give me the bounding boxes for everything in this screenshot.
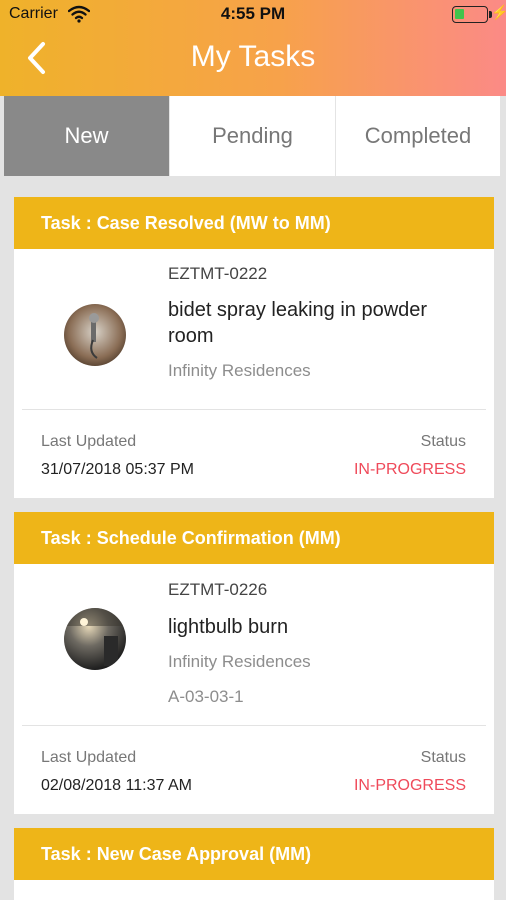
divider <box>22 725 486 726</box>
app-header: Carrier 4:55 PM ⚡ My Tasks <box>0 0 506 96</box>
task-card-header: Task : New Case Approval (MM) <box>14 828 494 880</box>
task-card-header: Task : Case Resolved (MW to MM) <box>14 197 494 249</box>
last-updated-value: 31/07/2018 05:37 PM <box>41 461 195 478</box>
tab-new[interactable]: New <box>4 96 169 176</box>
task-description: bidet spray leaking in powder room <box>168 299 428 347</box>
divider <box>22 409 486 410</box>
task-location: Infinity Residences <box>168 361 311 380</box>
task-thumbnail <box>64 608 126 670</box>
task-location: Infinity Residences <box>168 652 311 671</box>
tab-bar: New Pending Completed <box>4 96 500 176</box>
task-card-header: Task : Schedule Confirmation (MM) <box>14 512 494 564</box>
tab-pending[interactable]: Pending <box>169 96 335 176</box>
charging-icon: ⚡ <box>491 4 506 20</box>
last-updated-label: Last Updated <box>41 433 137 450</box>
status-label: Status <box>420 433 466 450</box>
task-code: EZTMT-0222 <box>168 264 268 283</box>
task-card[interactable]: Task : New Case Approval (MM) <box>14 828 494 900</box>
task-card[interactable]: Task : Schedule Confirmation (MM) EZTMT-… <box>14 512 494 814</box>
status-time: 4:55 PM <box>220 4 286 23</box>
page-title: My Tasks <box>190 40 316 73</box>
tab-completed[interactable]: Completed <box>335 96 500 176</box>
task-thumbnail <box>64 304 126 366</box>
task-code: EZTMT-0226 <box>168 580 268 599</box>
last-updated-label: Last Updated <box>41 749 137 766</box>
task-description: lightbulb burn <box>168 616 289 638</box>
status-badge: IN-PROGRESS <box>353 777 466 794</box>
status-badge: IN-PROGRESS <box>353 461 466 478</box>
battery-icon <box>452 6 492 23</box>
task-unit: A-03-03-1 <box>168 687 244 706</box>
task-card[interactable]: Task : Case Resolved (MW to MM) EZTMT-02… <box>14 197 494 498</box>
last-updated-value: 02/08/2018 11:37 AM <box>41 777 192 794</box>
status-bar: Carrier 4:55 PM ⚡ <box>0 0 506 30</box>
status-label: Status <box>420 749 466 766</box>
